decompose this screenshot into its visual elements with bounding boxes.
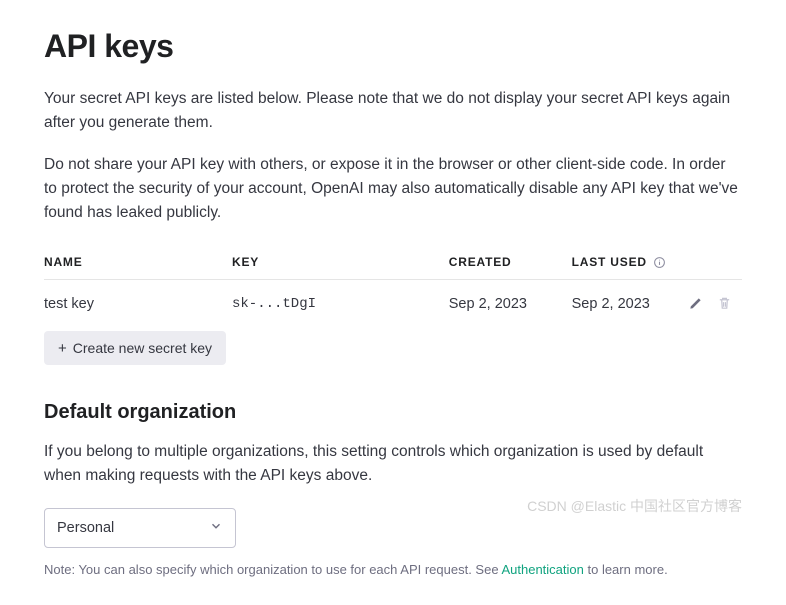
- edit-icon[interactable]: [686, 294, 705, 313]
- col-header-last-used: LAST USED: [572, 243, 680, 280]
- trash-icon[interactable]: [715, 294, 734, 313]
- api-keys-table: NAME KEY CREATED LAST USED test key sk-.…: [44, 243, 742, 327]
- table-row: test key sk-...tDgI Sep 2, 2023 Sep 2, 2…: [44, 280, 742, 328]
- info-icon[interactable]: [653, 256, 666, 269]
- col-header-key: KEY: [232, 243, 449, 280]
- chevron-down-icon: [209, 519, 223, 537]
- org-selected-value: Personal: [57, 520, 114, 536]
- key-last-used: Sep 2, 2023: [572, 280, 680, 328]
- default-org-desc: If you belong to multiple organizations,…: [44, 440, 742, 488]
- key-name: test key: [44, 280, 232, 328]
- create-secret-key-button[interactable]: + Create new secret key: [44, 331, 226, 365]
- intro-text-1: Your secret API keys are listed below. P…: [44, 87, 742, 135]
- col-header-actions: [680, 243, 742, 280]
- key-value: sk-...tDgI: [232, 280, 449, 328]
- org-select[interactable]: Personal: [44, 508, 236, 548]
- page-title: API keys: [44, 28, 742, 65]
- key-created: Sep 2, 2023: [449, 280, 572, 328]
- col-header-name: NAME: [44, 243, 232, 280]
- plus-icon: +: [58, 341, 67, 356]
- col-header-created: CREATED: [449, 243, 572, 280]
- org-note: Note: You can also specify which organiz…: [44, 562, 742, 577]
- watermark-text: CSDN @Elastic 中国社区官方博客: [527, 496, 742, 516]
- authentication-link[interactable]: Authentication: [501, 562, 583, 577]
- default-org-heading: Default organization: [44, 401, 742, 424]
- intro-text-2: Do not share your API key with others, o…: [44, 153, 742, 225]
